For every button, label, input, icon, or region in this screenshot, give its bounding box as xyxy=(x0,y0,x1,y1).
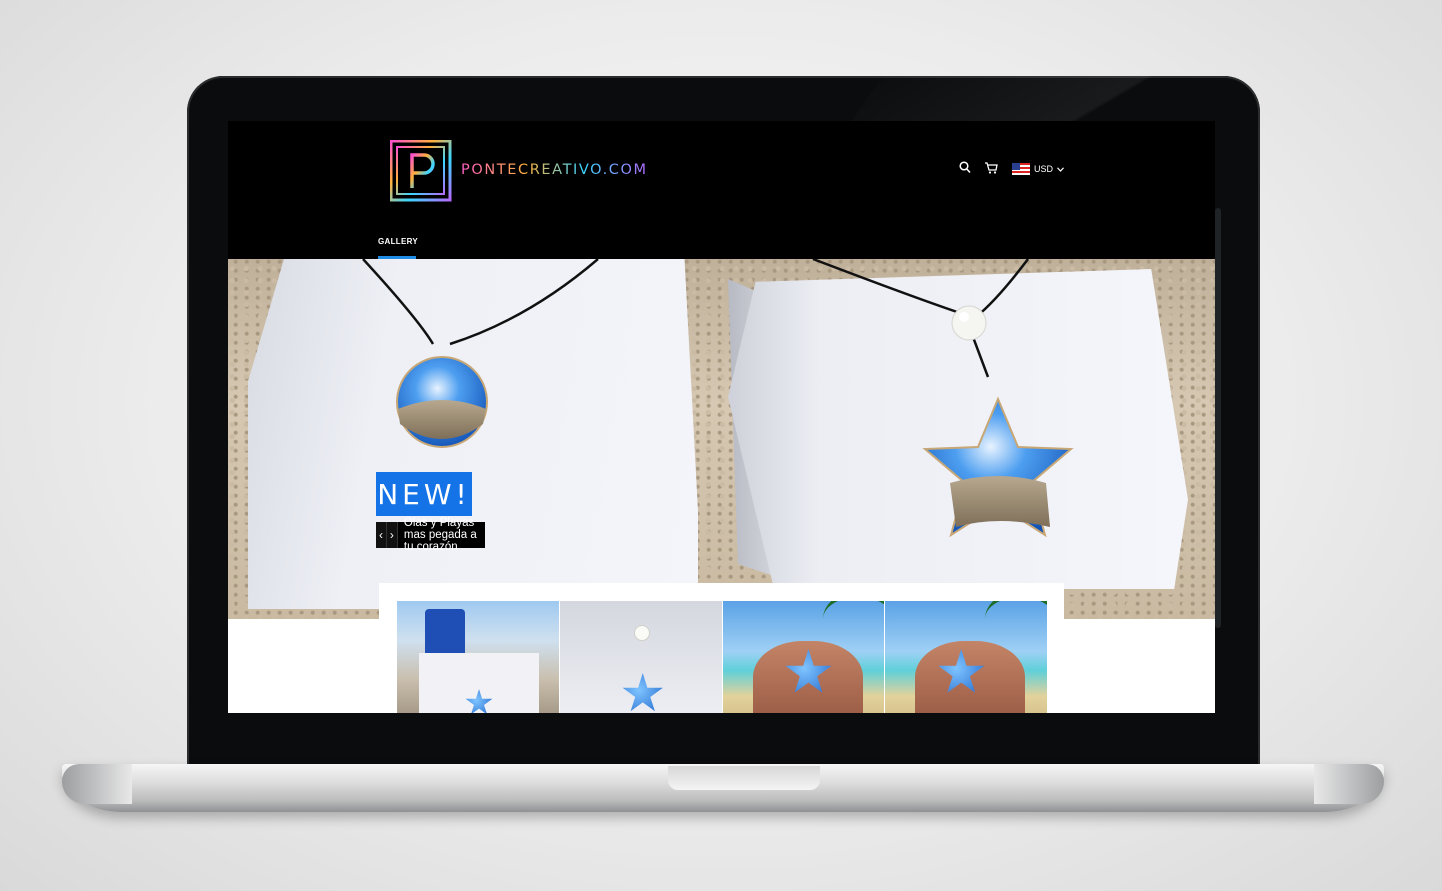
search-icon[interactable] xyxy=(959,161,971,175)
hero-jewelry-illustration xyxy=(362,259,1074,538)
slide-controls: ‹ › Olas y Playas mas pegada a tu corazó… xyxy=(376,517,485,553)
next-slide-button[interactable]: › xyxy=(386,522,398,548)
product-thumbnail[interactable] xyxy=(397,601,559,713)
prev-slide-button[interactable]: ‹ xyxy=(376,522,387,548)
laptop-base-notch xyxy=(668,766,820,790)
palm-leaf xyxy=(985,601,1047,647)
cart-icon[interactable] xyxy=(984,161,998,175)
laptop-base-left xyxy=(62,764,132,804)
product-thumbnail[interactable] xyxy=(885,601,1047,713)
chevron-down-icon xyxy=(1057,166,1064,172)
hero-slideshow: NEW! ‹ › Olas y Playas mas pegada a tu c… xyxy=(228,259,1215,619)
product-thumbnails xyxy=(397,601,1047,713)
chair-shape xyxy=(425,609,465,659)
laptop-screen: PONTECREATIVO.COM USD GALLERY NEW! ‹ › O… xyxy=(228,121,1215,713)
page-scrollbar[interactable] xyxy=(1215,208,1221,628)
product-thumbnail[interactable] xyxy=(559,601,722,713)
palm-leaf xyxy=(823,601,885,647)
star-pendant-thumb xyxy=(622,673,663,712)
product-thumbnail[interactable] xyxy=(722,601,885,713)
currency-label: USD xyxy=(1034,164,1054,174)
laptop-base-right xyxy=(1314,764,1384,804)
site-header: PONTECREATIVO.COM USD GALLERY xyxy=(228,121,1215,259)
nav-item-gallery[interactable]: GALLERY xyxy=(378,237,418,246)
new-badge: NEW! xyxy=(376,472,472,516)
pearl-thumb xyxy=(633,625,650,641)
hand-shape xyxy=(915,641,1026,713)
us-flag-icon xyxy=(1012,163,1030,175)
currency-selector[interactable]: USD xyxy=(1012,161,1064,177)
site-logo-text[interactable]: PONTECREATIVO.COM xyxy=(461,162,648,178)
slide-caption[interactable]: Olas y Playas mas pegada a tu corazón xyxy=(397,517,485,553)
